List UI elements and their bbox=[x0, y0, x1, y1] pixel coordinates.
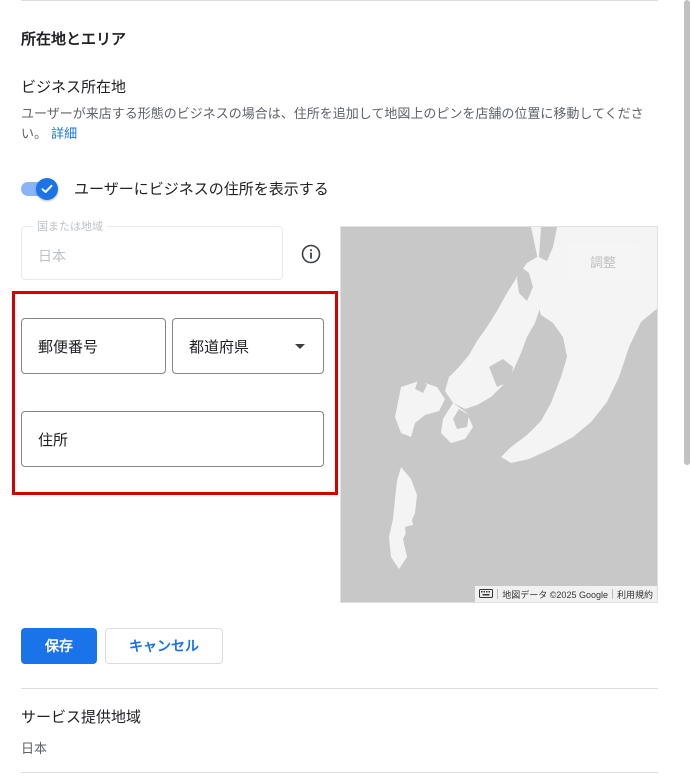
business-location-description: ユーザーが来店する形態のビジネスの場合は、住所を追加して地図上のピンを店舗の位置… bbox=[21, 105, 651, 145]
map-land bbox=[341, 227, 657, 602]
postal-code-placeholder: 郵便番号 bbox=[38, 337, 99, 356]
check-icon bbox=[41, 184, 53, 193]
map-attribution: 地図データ ©2025 Google 利用規約 bbox=[475, 586, 657, 602]
top-divider bbox=[21, 0, 658, 1]
cancel-button[interactable]: キャンセル bbox=[105, 628, 223, 664]
keyboard-icon[interactable] bbox=[475, 588, 497, 600]
details-link[interactable]: 詳細 bbox=[51, 127, 77, 142]
business-location-title: ビジネス所在地 bbox=[21, 78, 127, 96]
toggle-knob bbox=[36, 178, 58, 200]
address-placeholder: 住所 bbox=[38, 430, 69, 449]
map-data-attribution: 地図データ ©2025 Google bbox=[502, 589, 608, 600]
map[interactable]: 調整 地図データ ©2025 Google 利用規約 bbox=[340, 226, 658, 603]
scrollbar[interactable] bbox=[684, 0, 690, 465]
service-area-title: サービス提供地域 bbox=[21, 708, 142, 726]
country-field-label: 国または地域 bbox=[33, 218, 107, 234]
bottom-divider bbox=[21, 772, 658, 773]
dropdown-arrow-icon bbox=[295, 344, 305, 349]
prefecture-select[interactable]: 都道府県 bbox=[172, 318, 324, 374]
prefecture-placeholder: 都道府県 bbox=[189, 337, 250, 356]
country-field-value: 日本 bbox=[38, 249, 66, 265]
map-terms-link[interactable]: 利用規約 bbox=[613, 588, 657, 601]
map-adjust-button[interactable]: 調整 bbox=[566, 244, 640, 278]
show-address-toggle-label[interactable]: ユーザーにビジネスの住所を表示する bbox=[74, 178, 329, 199]
service-area-value: 日本 bbox=[21, 742, 48, 757]
description-text: ユーザーが来店する形態のビジネスの場合は、住所を追加して地図上のピンを店舗の位置… bbox=[21, 107, 644, 142]
section-title: 所在地とエリア bbox=[21, 30, 127, 48]
save-button[interactable]: 保存 bbox=[21, 628, 97, 664]
postal-code-input[interactable]: 郵便番号 bbox=[21, 318, 166, 374]
section-divider bbox=[21, 688, 658, 689]
info-icon[interactable] bbox=[301, 244, 321, 264]
address-input[interactable]: 住所 bbox=[21, 411, 324, 467]
show-address-toggle[interactable] bbox=[21, 178, 59, 200]
